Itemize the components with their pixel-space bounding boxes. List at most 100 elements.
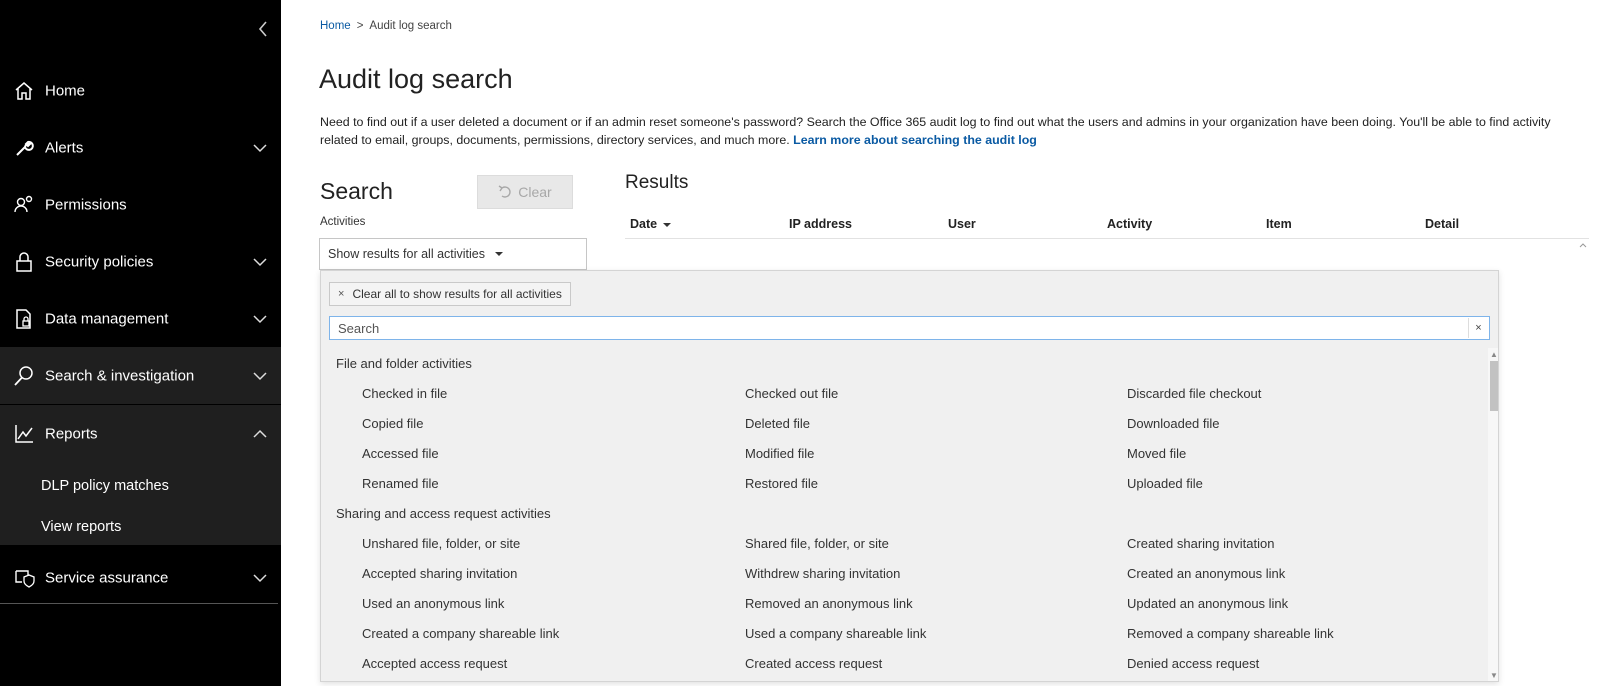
breadcrumb-home-link[interactable]: Home	[320, 20, 351, 32]
clear-button[interactable]: Clear	[477, 175, 573, 209]
activity-option[interactable]: Discarded file checkout	[1127, 386, 1261, 401]
nav-item-security-policies[interactable]: Security policies	[0, 233, 281, 290]
scrollbar-thumb[interactable]	[1490, 361, 1498, 411]
shield-check-icon	[15, 569, 35, 588]
activity-option[interactable]: Downloaded file	[1127, 416, 1220, 431]
nav-item-reports[interactable]: Reports	[0, 405, 281, 462]
breadcrumb-current: Audit log search	[369, 20, 452, 32]
nav-item-service-assurance[interactable]: Service assurance	[0, 549, 281, 606]
activity-option[interactable]: Created a company shareable link	[362, 626, 559, 641]
lock-icon	[16, 251, 32, 272]
activity-option[interactable]: Withdrew sharing invitation	[745, 566, 900, 581]
activity-option[interactable]: Deleted file	[745, 416, 810, 431]
column-header-item[interactable]: Item	[1266, 217, 1292, 231]
reports-submenu: DLP policy matches View reports	[0, 462, 281, 545]
chevron-down-icon[interactable]	[253, 371, 267, 381]
activity-option[interactable]: Unshared file, folder, or site	[362, 536, 520, 551]
chevron-down-icon[interactable]	[253, 314, 267, 324]
sub-item-view-reports[interactable]: View reports	[41, 519, 121, 535]
nav-item-label: Permissions	[45, 196, 127, 213]
activities-label: Activities	[320, 216, 366, 228]
page-description: Need to find out if a user deleted a doc…	[320, 114, 1600, 149]
chevron-down-icon[interactable]	[253, 257, 267, 267]
activity-option[interactable]: Updated an anonymous link	[1127, 596, 1288, 611]
activity-option[interactable]: Used an anonymous link	[362, 596, 504, 611]
column-header-date[interactable]: Date	[630, 217, 672, 231]
nav-item-data-management[interactable]: Data management	[0, 290, 281, 347]
column-header-activity[interactable]: Activity	[1107, 217, 1152, 231]
search-heading: Search	[320, 178, 393, 204]
activity-option[interactable]: Shared file, folder, or site	[745, 536, 889, 551]
chevron-down-icon[interactable]	[253, 573, 267, 583]
activity-option[interactable]: Accepted access request	[362, 656, 507, 671]
results-heading: Results	[625, 172, 689, 193]
activity-option[interactable]: Used a company shareable link	[745, 626, 926, 641]
description-line-1: Need to find out if a user deleted a doc…	[320, 115, 1551, 129]
column-header-detail[interactable]: Detail	[1425, 217, 1459, 231]
results-scroll-up-icon[interactable]	[1578, 240, 1588, 270]
activity-option[interactable]: Created an anonymous link	[1127, 566, 1285, 581]
nav-item-label: Search & investigation	[45, 367, 195, 384]
clear-button-label: Clear	[518, 184, 552, 200]
close-icon[interactable]: ×	[338, 288, 344, 300]
activities-search-box: ×	[329, 316, 1490, 340]
nav-item-label: Data management	[45, 310, 169, 327]
activity-option[interactable]: Accepted sharing invitation	[362, 566, 517, 581]
nav-item-alerts[interactable]: Alerts	[0, 119, 281, 176]
group-title-file-folder: File and folder activities	[336, 356, 472, 371]
activity-option[interactable]: Removed an anonymous link	[745, 596, 913, 611]
group-title-sharing-access: Sharing and access request activities	[336, 506, 551, 521]
column-header-label: Date	[630, 217, 658, 231]
people-icon	[14, 195, 33, 212]
sub-item-dlp-policy-matches[interactable]: DLP policy matches	[41, 478, 169, 494]
activity-option[interactable]: Created sharing invitation	[1127, 536, 1274, 551]
activity-option[interactable]: Checked out file	[745, 386, 838, 401]
activity-option[interactable]: Denied access request	[1127, 656, 1259, 671]
breadcrumb-separator: >	[356, 20, 364, 32]
activities-dropdown[interactable]: Show results for all activities	[319, 238, 587, 270]
activity-option[interactable]: Renamed file	[362, 476, 439, 491]
column-header-ip-address[interactable]: IP address	[789, 217, 852, 231]
activity-option[interactable]: Created access request	[745, 656, 882, 671]
home-icon	[15, 81, 33, 100]
nav-item-label: Service assurance	[45, 569, 169, 586]
sidebar: Home Alerts Permissions Security policie…	[0, 0, 281, 686]
chart-icon	[15, 424, 33, 443]
activities-search-input[interactable]	[330, 317, 1460, 339]
activity-option[interactable]: Removed a company shareable link	[1127, 626, 1334, 641]
learn-more-link[interactable]: Learn more about searching the audit log	[793, 133, 1037, 147]
activity-option[interactable]: Uploaded file	[1127, 476, 1203, 491]
chevron-left-icon[interactable]	[256, 20, 270, 38]
scroll-up-icon[interactable]: ▲	[1490, 350, 1498, 359]
activity-option[interactable]: Modified file	[745, 446, 814, 461]
nav-item-label: Reports	[45, 425, 98, 442]
breadcrumb: Home > Audit log search	[320, 20, 452, 32]
scroll-down-icon[interactable]: ▼	[1490, 671, 1498, 680]
sort-descending-icon	[663, 222, 672, 227]
activity-option[interactable]: Moved file	[1127, 446, 1186, 461]
search-clear-icon[interactable]: ×	[1468, 318, 1488, 338]
activities-list: File and folder activities Checked in fi…	[321, 349, 1488, 681]
activity-option[interactable]: Copied file	[362, 416, 423, 431]
activity-option[interactable]: Checked in file	[362, 386, 447, 401]
nav-item-permissions[interactable]: Permissions	[0, 176, 281, 233]
caret-down-icon	[495, 252, 504, 256]
clear-all-chip[interactable]: × Clear all to show results for all acti…	[329, 282, 571, 306]
page-title: Audit log search	[319, 64, 513, 94]
undo-icon	[498, 185, 511, 198]
document-lock-icon	[16, 308, 31, 329]
wrench-icon	[16, 140, 34, 156]
column-header-user[interactable]: User	[948, 217, 976, 231]
activities-selected-value: Show results for all activities	[328, 247, 486, 261]
clear-all-chip-label: Clear all to show results for all activi…	[352, 287, 562, 301]
nav-item-search-investigation[interactable]: Search & investigation	[0, 347, 281, 404]
nav-item-home[interactable]: Home	[0, 62, 281, 119]
results-table-header: Date IP address User Activity Item Detai…	[625, 210, 1589, 239]
activities-list-scrollbar[interactable]: ▲ ▼	[1488, 348, 1498, 681]
chevron-up-icon[interactable]	[253, 429, 267, 439]
description-line-2: related to email, groups, documents, per…	[320, 132, 790, 147]
nav-item-label: Security policies	[45, 253, 154, 270]
activity-option[interactable]: Accessed file	[362, 446, 439, 461]
activity-option[interactable]: Restored file	[745, 476, 818, 491]
chevron-down-icon[interactable]	[253, 143, 267, 153]
